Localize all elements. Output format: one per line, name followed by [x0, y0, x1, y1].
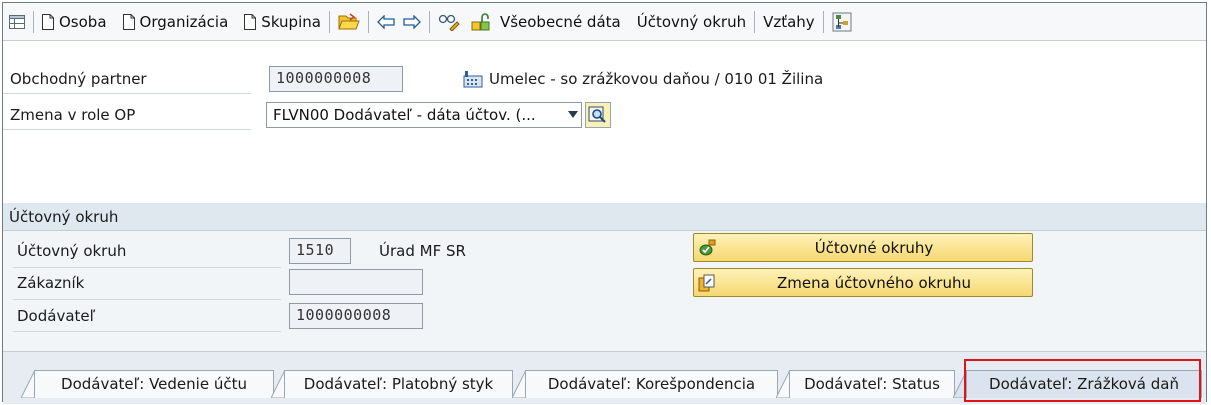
change-company-code-label: Zmena účtovného okruhu — [776, 273, 971, 292]
organization-label: Organizácia — [139, 12, 229, 31]
previous-button[interactable] — [377, 7, 395, 37]
partner-number-field[interactable]: 1000000008 — [269, 66, 403, 92]
row-underline — [13, 299, 281, 300]
tab-label: Dodávateľ: Korešpondencia — [547, 375, 756, 393]
chevron-down-icon[interactable] — [568, 111, 578, 118]
arrow-right-icon — [403, 14, 421, 29]
tab-vendor-account[interactable]: Dodávateľ: Vedenie účtu — [34, 370, 274, 398]
magnifier-icon — [588, 106, 606, 123]
toolbar-separator — [754, 10, 756, 33]
role-dropdown-value: FLVN00 Dodávateľ - dáta účtov. (... — [273, 106, 536, 124]
vendor-label: Dodávateľ — [17, 307, 96, 325]
group-label: Skupina — [261, 12, 321, 31]
glasses-pencil-icon — [438, 14, 460, 31]
vendor-field: 1000000008 — [289, 303, 423, 329]
tab-label: Dodávateľ: Status — [804, 375, 940, 393]
display-change-button[interactable] — [438, 7, 460, 37]
company-code-label: Účtovný okruh — [17, 242, 127, 260]
company-code-field[interactable]: 1510 — [289, 238, 351, 264]
row-underline — [3, 93, 251, 94]
tab-edge — [776, 370, 790, 398]
company-code-group: Účtovný okruh 1510 Úrad MF SR Zákazník D… — [3, 231, 1206, 351]
document-icon — [42, 13, 54, 30]
folder-open-icon — [338, 12, 360, 29]
role-search-button[interactable] — [585, 102, 611, 128]
grid-icon — [9, 14, 25, 29]
tab-label: Dodávateľ: Vedenie účtu — [61, 375, 247, 393]
general-data-label: Všeobecné dáta — [499, 12, 621, 31]
hierarchy-icon — [832, 12, 852, 31]
toolbar-separator — [328, 10, 330, 33]
change-company-code-button[interactable]: Zmena účtovného okruhu — [693, 268, 1033, 297]
padlock-switch-icon — [471, 12, 490, 30]
person-label: Osoba — [59, 12, 107, 31]
role-label: Zmena v role OP — [10, 106, 136, 124]
row-underline — [3, 129, 251, 130]
next-button[interactable] — [403, 7, 421, 37]
company-codes-button[interactable]: Účtovné okruhy — [693, 233, 1033, 262]
group-button[interactable]: Skupina — [244, 7, 321, 37]
document-icon — [122, 13, 135, 30]
row-underline — [13, 267, 281, 268]
tab-edge — [953, 370, 967, 398]
application-toolbar: Osoba Organizácia Skupina Všeobecné dáta… — [3, 3, 1206, 41]
switch-button[interactable] — [470, 7, 490, 37]
partner-description: Umelec - so zrážkovou daňou / 010 01 Žil… — [489, 70, 824, 88]
toolbar-separator — [33, 10, 34, 33]
tab-vendor-status[interactable]: Dodávateľ: Status — [789, 370, 955, 398]
tab-vendor-correspondence[interactable]: Dodávateľ: Korešpondencia — [525, 370, 778, 398]
relationships-label: Vzťahy — [763, 12, 815, 31]
general-data-button[interactable]: Všeobecné dáta — [500, 7, 621, 37]
customer-field — [289, 269, 423, 295]
company-code-label: Účtovný okruh — [636, 12, 747, 31]
arrow-left-icon — [377, 14, 395, 29]
toolbar-separator — [822, 10, 824, 33]
tab-label: Dodávateľ: Zrážková daň — [989, 375, 1179, 393]
tab-label: Dodávateľ: Platobný styk — [303, 375, 494, 393]
grid-toggle-button[interactable] — [9, 7, 25, 37]
company-codes-icon — [699, 239, 716, 255]
row-underline — [13, 331, 281, 332]
open-button[interactable] — [338, 7, 360, 37]
role-dropdown[interactable]: FLVN00 Dodávateľ - dáta účtov. (... — [266, 102, 582, 128]
tab-edge — [512, 370, 526, 398]
partner-label: Obchodný partner — [10, 70, 147, 88]
company-code-description: Úrad MF SR — [379, 242, 466, 260]
hierarchy-button[interactable] — [832, 7, 852, 37]
customer-label: Zákazník — [17, 274, 85, 292]
app-frame: Osoba Organizácia Skupina Všeobecné dáta… — [2, 2, 1207, 404]
toolbar-separator — [367, 10, 369, 33]
tab-vendor-payment[interactable]: Dodávateľ: Platobný styk — [284, 370, 513, 398]
document-icon — [244, 13, 257, 30]
toolbar-separator — [428, 10, 430, 33]
company-code-button[interactable]: Účtovný okruh — [637, 7, 746, 37]
company-code-group-title: Účtovný okruh — [3, 203, 1206, 231]
tab-edge — [271, 370, 285, 398]
organization-icon — [463, 71, 483, 88]
tab-strip: Dodávateľ: Vedenie účtu Dodávateľ: Plato… — [3, 351, 1206, 404]
header-area: Obchodný partner 1000000008 Umelec - so … — [3, 41, 1206, 204]
person-button[interactable]: Osoba — [42, 7, 107, 37]
tab-vendor-withholding-tax[interactable]: Dodávateľ: Zrážková daň — [966, 370, 1202, 398]
tab-edge — [21, 370, 35, 398]
organization-button[interactable]: Organizácia — [122, 7, 229, 37]
company-codes-label: Účtovné okruhy — [814, 238, 934, 257]
relationships-button[interactable]: Vzťahy — [763, 7, 815, 37]
change-document-icon — [698, 274, 715, 291]
